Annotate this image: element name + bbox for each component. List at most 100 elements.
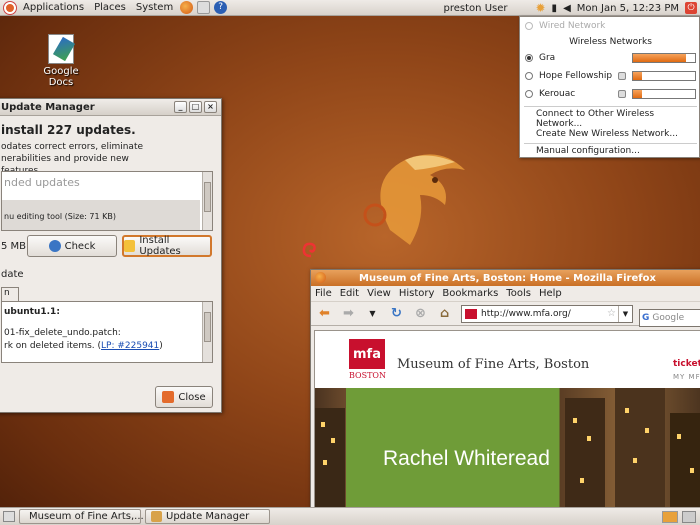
- trash-icon[interactable]: [682, 510, 696, 523]
- updates-heading: install 227 updates.: [1, 123, 136, 137]
- launchpad-bug-link[interactable]: LP: #225941: [101, 341, 159, 351]
- network-name: Hope Fellowship: [539, 71, 613, 81]
- document-icon: [48, 34, 74, 64]
- url-dropdown-icon[interactable]: ▼: [618, 305, 632, 322]
- tab-description[interactable]: n: [1, 287, 19, 301]
- network-item-hope-fellowship[interactable]: Hope Fellowship: [520, 68, 700, 84]
- show-desktop-icon[interactable]: [3, 511, 15, 522]
- hero-title: Rachel Whiteread: [383, 447, 550, 470]
- update-manager-icon: [151, 511, 162, 522]
- menu-help[interactable]: Help: [539, 288, 562, 299]
- network-radio-selected: [525, 54, 533, 62]
- desc-line-3: rk on deleted items. (LP: #225941): [4, 340, 212, 353]
- hero-banner[interactable]: Rachel Whiteread: [315, 388, 700, 508]
- desc-line-1: ubuntu1.1:: [4, 307, 60, 317]
- taskbar-label: Update Manager: [166, 511, 250, 522]
- menu-places[interactable]: Places: [89, 2, 131, 13]
- google-search-icon: G: [642, 313, 650, 323]
- home-icon[interactable]: ⌂: [437, 306, 452, 321]
- create-new-label: Create New Wireless Network...: [536, 129, 678, 139]
- network-item-kerouac[interactable]: Kerouac: [520, 86, 700, 102]
- taskbar-item-update-manager[interactable]: Update Manager: [145, 509, 270, 524]
- network-icon[interactable]: ▮: [552, 3, 558, 14]
- menu-applications[interactable]: Applications: [18, 2, 89, 13]
- update-description-box: ubuntu1.1: 01-fix_delete_undo.patch: rk …: [1, 301, 213, 363]
- tickets-link[interactable]: tickets: [673, 359, 700, 369]
- menu-tools[interactable]: Tools: [506, 288, 531, 299]
- reload-icon[interactable]: ↻: [389, 306, 404, 321]
- bookmark-star-icon[interactable]: ☆: [607, 308, 616, 319]
- signal-strength-bar: [632, 71, 696, 81]
- lock-icon: [618, 90, 626, 98]
- url-bar[interactable]: http://www.mfa.org/ ☆ ▼: [461, 304, 633, 323]
- connect-other-network-item[interactable]: Connect to Other Wireless Network...: [520, 109, 700, 129]
- desktop-icon-google-docs[interactable]: Google Docs: [30, 34, 92, 88]
- create-new-network-item[interactable]: Create New Wireless Network...: [520, 126, 700, 142]
- list-scrollbar[interactable]: [202, 172, 212, 230]
- user-name[interactable]: preston User: [444, 3, 508, 14]
- network-menu: Wired Network Wireless Networks Gra Hope…: [519, 16, 700, 158]
- site-title: Museum of Fine Arts, Boston: [397, 357, 590, 372]
- taskbar-item-firefox[interactable]: Museum of Fine Arts,...: [19, 509, 144, 524]
- desc-close-paren: ): [159, 341, 163, 351]
- update-manager-titlebar[interactable]: Update Manager _ □ ×: [0, 99, 221, 116]
- mail-launcher-icon[interactable]: [197, 1, 211, 14]
- update-date-label: date: [1, 269, 24, 280]
- maximize-button[interactable]: □: [189, 101, 202, 113]
- menu-file[interactable]: File: [315, 288, 332, 299]
- menu-history[interactable]: History: [399, 288, 435, 299]
- minimize-button[interactable]: _: [174, 101, 187, 113]
- power-icon[interactable]: ⏻: [685, 2, 697, 14]
- menu-separator: [524, 106, 697, 107]
- close-icon: [162, 391, 175, 403]
- window-title: Update Manager: [1, 101, 95, 113]
- close-window-button[interactable]: ×: [204, 101, 217, 113]
- desc-line-2: 01-fix_delete_undo.patch:: [4, 328, 121, 338]
- firefox-launcher-icon[interactable]: [180, 1, 194, 14]
- mfa-logo[interactable]: mfa: [349, 339, 385, 369]
- clock[interactable]: Mon Jan 5, 12:23 PM: [577, 3, 679, 14]
- check-button[interactable]: Check: [27, 235, 117, 257]
- close-button-label: Close: [178, 391, 206, 403]
- network-name: Gra: [539, 53, 556, 63]
- close-button[interactable]: Close: [155, 386, 213, 408]
- network-radio: [525, 90, 533, 98]
- wireless-header: Wireless Networks: [520, 34, 700, 50]
- wallpaper-bird-art: [363, 154, 465, 245]
- menu-edit[interactable]: Edit: [340, 288, 359, 299]
- list-group-header: nded updates: [4, 176, 80, 189]
- menu-view[interactable]: View: [367, 288, 391, 299]
- menu-system[interactable]: System: [131, 2, 178, 13]
- help-icon[interactable]: ?: [214, 1, 228, 14]
- list-item[interactable]: nu editing tool (Size: 71 KB): [2, 200, 200, 230]
- download-size: 5 MB: [1, 241, 27, 252]
- taskbar-label: Museum of Fine Arts,...: [29, 511, 144, 522]
- network-item-gra[interactable]: Gra: [520, 50, 700, 66]
- list-item-label: nu editing tool (Size: 71 KB): [4, 212, 117, 221]
- firefox-menubar: File Edit View History Bookmarks Tools H…: [311, 286, 700, 302]
- ubuntu-logo-icon[interactable]: [4, 1, 16, 14]
- manual-configuration-item[interactable]: Manual configuration...: [520, 143, 700, 159]
- volume-icon[interactable]: ◀: [563, 3, 571, 14]
- firefox-icon: [315, 272, 326, 283]
- workspace-switcher-icon[interactable]: [662, 510, 678, 523]
- forward-icon[interactable]: ➡: [341, 306, 356, 321]
- stop-icon[interactable]: ⊗: [413, 306, 428, 321]
- firefox-titlebar[interactable]: Museum of Fine Arts, Boston: Home - Mozi…: [311, 270, 700, 286]
- back-icon[interactable]: ⬅: [317, 306, 332, 321]
- firefox-window-title: Museum of Fine Arts, Boston: Home - Mozi…: [359, 272, 656, 284]
- signal-strength-bar: [632, 53, 696, 63]
- my-mfa-link[interactable]: MY MF: [673, 373, 700, 381]
- history-dropdown-icon[interactable]: ▼: [365, 306, 380, 321]
- update-notifier-icon[interactable]: ✹: [535, 1, 545, 15]
- menu-bookmarks[interactable]: Bookmarks: [442, 288, 498, 299]
- install-button-label: Install Updates: [139, 235, 181, 257]
- wired-radio: [525, 22, 533, 30]
- manual-configuration-label: Manual configuration...: [536, 146, 640, 156]
- firefox-window: Museum of Fine Arts, Boston: Home - Mozi…: [310, 269, 700, 509]
- url-text: http://www.mfa.org/: [481, 308, 571, 319]
- search-bar[interactable]: G Google: [639, 309, 700, 327]
- updates-list[interactable]: nded updates nu editing tool (Size: 71 K…: [1, 171, 213, 231]
- description-scrollbar[interactable]: [202, 302, 212, 362]
- install-updates-button[interactable]: Install Updates: [122, 235, 212, 257]
